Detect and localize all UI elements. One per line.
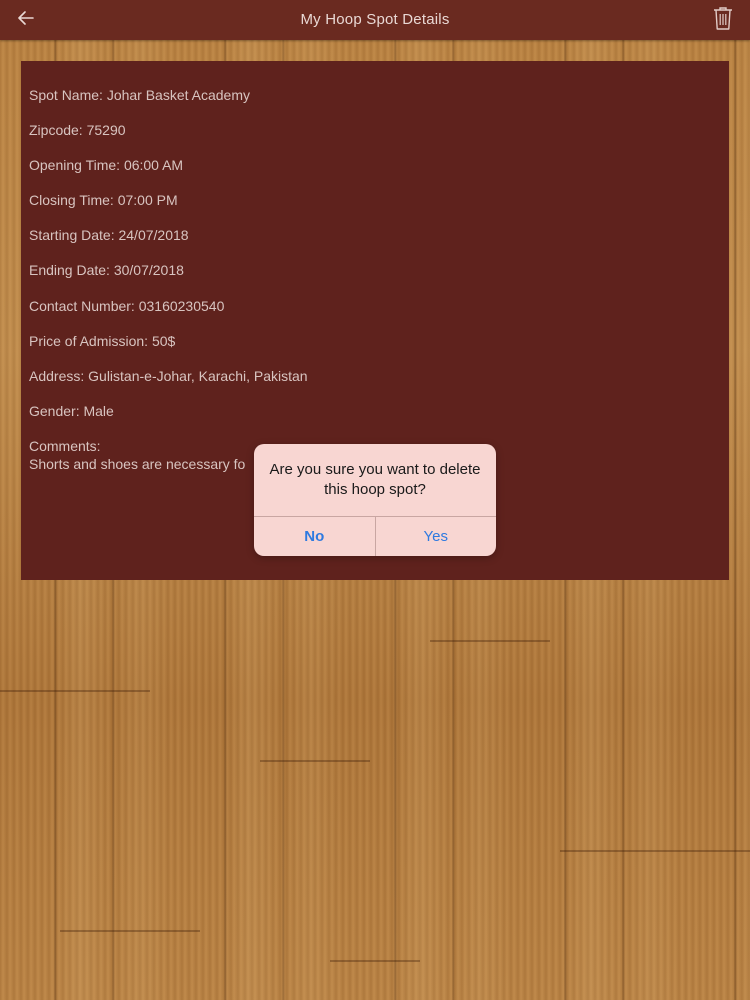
comments-label: Comments: bbox=[29, 438, 101, 454]
spot-name-text: Spot Name: Johar Basket Academy bbox=[29, 87, 250, 103]
page-title: My Hoop Spot Details bbox=[300, 11, 450, 28]
starting-date-text: Starting Date: 24/07/2018 bbox=[29, 227, 189, 243]
yes-button[interactable]: Yes bbox=[376, 517, 497, 556]
address-text: Address: Gulistan-e-Johar, Karachi, Paki… bbox=[29, 368, 308, 384]
dialog-button-row: No Yes bbox=[254, 516, 496, 556]
floor-plank-joint bbox=[260, 760, 370, 762]
floor-plank-joint bbox=[430, 640, 550, 642]
delete-button[interactable] bbox=[710, 6, 736, 34]
comments-section: Comments: Shorts and shoes are necessary… bbox=[29, 437, 245, 473]
comments-text: Shorts and shoes are necessary fo bbox=[29, 456, 246, 472]
ending-date-text: Ending Date: 30/07/2018 bbox=[29, 262, 184, 278]
opening-time-text: Opening Time: 06:00 AM bbox=[29, 157, 184, 173]
no-button[interactable]: No bbox=[254, 517, 376, 556]
delete-confirmation-dialog: Are you sure you want to delete this hoo… bbox=[254, 444, 496, 556]
dialog-message: Are you sure you want to delete this hoo… bbox=[269, 461, 481, 498]
contact-number-text: Contact Number: 03160230540 bbox=[29, 298, 225, 314]
closing-time-text: Closing Time: 07:00 PM bbox=[29, 192, 178, 208]
floor-plank-joint bbox=[560, 850, 750, 852]
zipcode-text: Zipcode: 75290 bbox=[29, 122, 126, 138]
navigation-bar: My Hoop Spot Details bbox=[0, 0, 750, 40]
floor-plank-joint bbox=[330, 960, 420, 962]
floor-plank-joint bbox=[0, 690, 150, 692]
floor-plank-joint bbox=[60, 930, 200, 932]
price-of-admission-text: Price of Admission: 50$ bbox=[29, 333, 176, 349]
trash-icon bbox=[713, 6, 733, 35]
gender-text: Gender: Male bbox=[29, 403, 114, 419]
